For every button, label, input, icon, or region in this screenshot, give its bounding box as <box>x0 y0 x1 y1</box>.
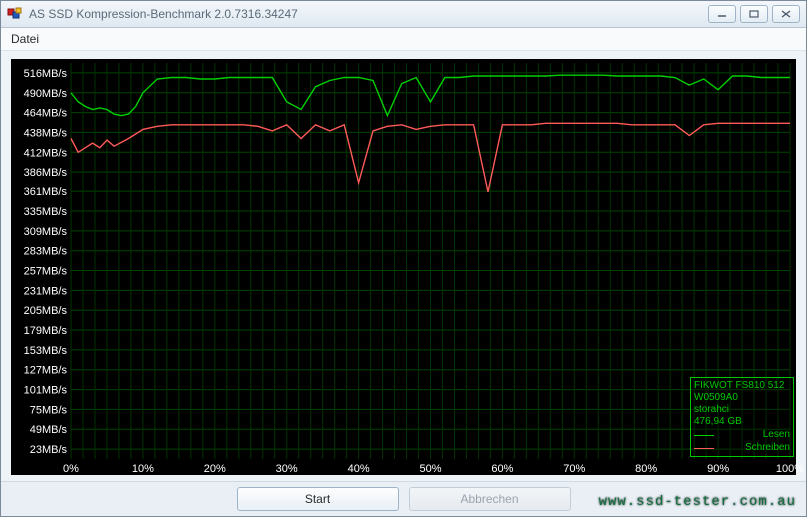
legend-write-label: Schreiben <box>745 442 790 454</box>
x-tick-label: 20% <box>204 463 226 475</box>
svg-text:127MB/s: 127MB/s <box>24 365 68 377</box>
window-buttons <box>708 5 800 23</box>
legend-capacity: 476,94 GB <box>694 416 790 428</box>
svg-text:386MB/s: 386MB/s <box>24 167 68 179</box>
legend-box: FIKWOT FS810 512 W0509A0 storahci 476,94… <box>690 377 794 457</box>
x-tick-label: 10% <box>132 463 154 475</box>
watermark-text: www.ssd-tester.com.au <box>599 494 796 510</box>
svg-text:205MB/s: 205MB/s <box>24 305 68 317</box>
bottom-bar: Start Abbrechen www.ssd-tester.com.au <box>1 481 806 516</box>
x-tick-label: 0% <box>63 463 79 475</box>
legend-write-row: Schreiben <box>694 442 790 454</box>
menubar: Datei <box>1 28 806 51</box>
svg-text:464MB/s: 464MB/s <box>24 108 68 120</box>
menu-file[interactable]: Datei <box>1 29 49 49</box>
x-tick-label: 90% <box>707 463 729 475</box>
window-title: AS SSD Kompression-Benchmark 2.0.7316.34… <box>29 7 702 21</box>
svg-text:231MB/s: 231MB/s <box>24 285 68 297</box>
legend-serial: W0509A0 <box>694 392 790 404</box>
x-tick-label: 70% <box>563 463 585 475</box>
svg-text:490MB/s: 490MB/s <box>24 88 68 100</box>
titlebar: AS SSD Kompression-Benchmark 2.0.7316.34… <box>1 1 806 28</box>
svg-text:101MB/s: 101MB/s <box>24 385 68 397</box>
legend-read-row: Lesen <box>694 429 790 441</box>
x-tick-label: 100% <box>776 463 804 475</box>
svg-text:309MB/s: 309MB/s <box>24 226 68 238</box>
legend-driver: storahci <box>694 404 790 416</box>
x-tick-label: 50% <box>419 463 441 475</box>
svg-text:257MB/s: 257MB/s <box>24 266 68 278</box>
start-button[interactable]: Start <box>237 487 399 511</box>
x-tick-label: 40% <box>348 463 370 475</box>
svg-text:335MB/s: 335MB/s <box>24 206 68 218</box>
x-axis-ticks: 0%10%20%30%40%50%60%70%80%90%100% <box>11 461 796 475</box>
svg-text:75MB/s: 75MB/s <box>30 404 68 416</box>
app-icon <box>7 6 23 22</box>
minimize-button[interactable] <box>708 5 736 23</box>
maximize-button[interactable] <box>740 5 768 23</box>
svg-text:516MB/s: 516MB/s <box>24 68 68 80</box>
svg-text:412MB/s: 412MB/s <box>24 147 68 159</box>
x-tick-label: 30% <box>276 463 298 475</box>
legend-read-label: Lesen <box>763 429 790 441</box>
svg-text:283MB/s: 283MB/s <box>24 246 68 258</box>
svg-text:153MB/s: 153MB/s <box>24 345 68 357</box>
legend-write-swatch <box>694 448 714 449</box>
legend-device: FIKWOT FS810 512 <box>694 380 790 392</box>
svg-text:361MB/s: 361MB/s <box>24 186 68 198</box>
close-button[interactable] <box>772 5 800 23</box>
svg-text:179MB/s: 179MB/s <box>24 325 68 337</box>
legend-read-swatch <box>694 435 714 436</box>
chart-area: 23MB/s 49MB/s 75MB/s 101MB/s 127MB/s 153MB/s 1… <box>11 59 796 475</box>
x-tick-label: 80% <box>635 463 657 475</box>
app-window: AS SSD Kompression-Benchmark 2.0.7316.34… <box>0 0 807 517</box>
svg-text:49MB/s: 49MB/s <box>30 424 68 436</box>
cancel-button: Abbrechen <box>409 487 571 511</box>
svg-text:438MB/s: 438MB/s <box>24 127 68 139</box>
benchmark-chart: 23MB/s 49MB/s 75MB/s 101MB/s 127MB/s 153MB/s 1… <box>11 59 796 475</box>
x-tick-label: 60% <box>491 463 513 475</box>
svg-text:23MB/s: 23MB/s <box>30 444 68 456</box>
